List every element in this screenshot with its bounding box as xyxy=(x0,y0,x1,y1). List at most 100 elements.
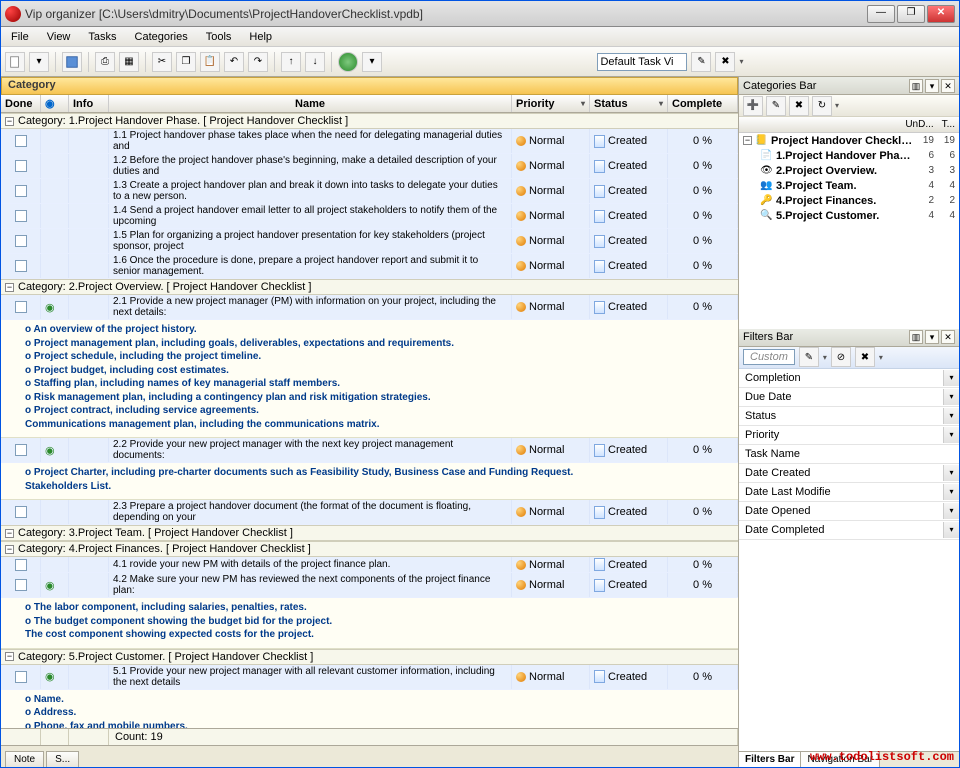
filter-row[interactable]: Due Date▾ xyxy=(739,388,959,407)
undo-icon[interactable]: ↶ xyxy=(224,52,244,72)
menu-categories[interactable]: Categories xyxy=(127,29,196,45)
done-checkbox[interactable] xyxy=(15,579,27,591)
tree-col-total[interactable]: T... xyxy=(938,117,959,132)
done-checkbox[interactable] xyxy=(15,235,27,247)
tree-expand-icon[interactable]: − xyxy=(743,136,752,145)
maximize-button[interactable]: ❐ xyxy=(897,5,925,23)
filter-save-icon[interactable]: ✎ xyxy=(799,347,819,367)
redo-icon[interactable]: ↷ xyxy=(248,52,268,72)
done-checkbox[interactable] xyxy=(15,671,27,683)
panel-pin-icon[interactable]: ▾ xyxy=(925,79,939,93)
col-complete[interactable]: Complete xyxy=(668,95,738,112)
group-row[interactable]: −Category: 1.Project Handover Phase. [ P… xyxy=(1,113,738,129)
filter-row[interactable]: Date Opened▾ xyxy=(739,502,959,521)
view-delete-icon[interactable]: ✖ xyxy=(715,52,735,72)
status-cell[interactable]: Created xyxy=(594,301,647,314)
priority-cell[interactable]: Normal xyxy=(516,444,564,456)
menu-file[interactable]: File xyxy=(3,29,37,45)
filter-icon[interactable] xyxy=(338,52,358,72)
bottom-tab[interactable]: S... xyxy=(46,751,79,767)
filter-clear-icon[interactable]: ⊘ xyxy=(831,347,851,367)
down-icon[interactable]: ↓ xyxy=(305,52,325,72)
priority-cell[interactable]: Normal xyxy=(516,235,564,247)
task-row[interactable]: 1.2 Before the project handover phase's … xyxy=(1,154,738,179)
tree-add-icon[interactable]: ➕ xyxy=(743,96,763,116)
panel-option-icon[interactable]: ▥ xyxy=(909,330,923,344)
group-toggle-icon[interactable]: − xyxy=(5,652,14,661)
tree-refresh-icon[interactable]: ↻ xyxy=(812,96,832,116)
filter-dropdown-icon[interactable]: ▾ xyxy=(362,52,382,72)
tree-item[interactable]: 📄1.Project Handover Phase.66 xyxy=(739,148,959,163)
tree-del-icon[interactable]: ✖ xyxy=(789,96,809,116)
col-info[interactable]: Info xyxy=(69,95,109,112)
status-cell[interactable]: Created xyxy=(594,444,647,457)
panel-close-icon[interactable]: ✕ xyxy=(941,330,955,344)
panel-pin-icon[interactable]: ▾ xyxy=(925,330,939,344)
filter-dropdown-icon[interactable]: ▾ xyxy=(943,503,959,519)
preview-icon[interactable]: ▦ xyxy=(119,52,139,72)
done-checkbox[interactable] xyxy=(15,301,27,313)
done-checkbox[interactable] xyxy=(15,444,27,456)
task-row[interactable]: 1.6 Once the procedure is done, prepare … xyxy=(1,254,738,279)
status-cell[interactable]: Created xyxy=(594,160,647,173)
bottom-tab[interactable]: Note xyxy=(5,751,44,767)
filter-custom-button[interactable]: Custom xyxy=(743,349,795,365)
tree-item[interactable]: 👁2.Project Overview.33 xyxy=(739,163,959,178)
filter-row[interactable]: Task Name xyxy=(739,445,959,464)
filter-row[interactable]: Status▾ xyxy=(739,407,959,426)
group-row[interactable]: −Category: 4.Project Finances. [ Project… xyxy=(1,541,738,557)
group-row[interactable]: −Category: 3.Project Team. [ Project Han… xyxy=(1,525,738,541)
priority-cell[interactable]: Normal xyxy=(516,671,564,683)
task-row[interactable]: 2.3 Prepare a project handover document … xyxy=(1,500,738,525)
tree-item[interactable]: 🔑4.Project Finances.22 xyxy=(739,193,959,208)
filter-dropdown-icon[interactable]: ▾ xyxy=(943,427,959,443)
copy-icon[interactable]: ❐ xyxy=(176,52,196,72)
done-checkbox[interactable] xyxy=(15,559,27,571)
view-combo[interactable] xyxy=(597,53,687,71)
task-row[interactable]: 1.5 Plan for organizing a project handov… xyxy=(1,229,738,254)
tree-item[interactable]: 👥3.Project Team.44 xyxy=(739,178,959,193)
col-priority[interactable]: Priority▾ xyxy=(512,95,590,112)
priority-cell[interactable]: Normal xyxy=(516,579,564,591)
filter-save-dd-icon[interactable]: ▾ xyxy=(823,353,827,362)
filter-dropdown-icon[interactable]: ▾ xyxy=(943,408,959,424)
col-status[interactable]: Status▾ xyxy=(590,95,668,112)
view-dropdown-icon[interactable]: ▾ xyxy=(739,57,743,66)
filter-row[interactable]: Priority▾ xyxy=(739,426,959,445)
task-row[interactable]: ◉4.2 Make sure your new PM has reviewed … xyxy=(1,573,738,598)
group-toggle-icon[interactable]: − xyxy=(5,545,14,554)
panel-option-icon[interactable]: ▥ xyxy=(909,79,923,93)
paste-icon[interactable]: 📋 xyxy=(200,52,220,72)
col-flag[interactable]: ◉ xyxy=(41,95,69,112)
priority-cell[interactable]: Normal xyxy=(516,301,564,313)
task-row[interactable]: 1.4 Send a project handover email letter… xyxy=(1,204,738,229)
filter-dd-icon[interactable]: ▾ xyxy=(879,353,883,362)
done-checkbox[interactable] xyxy=(15,160,27,172)
task-row[interactable]: 1.1 Project handover phase takes place w… xyxy=(1,129,738,154)
done-checkbox[interactable] xyxy=(15,185,27,197)
status-cell[interactable]: Created xyxy=(594,185,647,198)
col-name[interactable]: Name xyxy=(109,95,512,112)
done-checkbox[interactable] xyxy=(15,135,27,147)
group-toggle-icon[interactable]: − xyxy=(5,529,14,538)
minimize-button[interactable]: — xyxy=(867,5,895,23)
panel-tab[interactable]: Filters Bar xyxy=(739,752,801,767)
menu-help[interactable]: Help xyxy=(241,29,280,45)
priority-cell[interactable]: Normal xyxy=(516,559,564,571)
filter-delete-icon[interactable]: ✖ xyxy=(855,347,875,367)
filter-dropdown-icon[interactable]: ▾ xyxy=(943,370,959,386)
menu-tasks[interactable]: Tasks xyxy=(80,29,124,45)
task-row[interactable]: ◉5.1 Provide your new project manager wi… xyxy=(1,665,738,690)
task-row[interactable]: ◉2.1 Provide a new project manager (PM) … xyxy=(1,295,738,320)
tree-item[interactable]: 🔍5.Project Customer.44 xyxy=(739,208,959,223)
menu-view[interactable]: View xyxy=(39,29,79,45)
status-cell[interactable]: Created xyxy=(594,670,647,683)
status-cell[interactable]: Created xyxy=(594,579,647,592)
done-checkbox[interactable] xyxy=(15,506,27,518)
filter-dropdown-icon[interactable]: ▾ xyxy=(943,465,959,481)
col-done[interactable]: Done xyxy=(1,95,41,112)
save-icon[interactable] xyxy=(62,52,82,72)
group-row[interactable]: −Category: 2.Project Overview. [ Project… xyxy=(1,279,738,295)
filter-dropdown-icon[interactable]: ▾ xyxy=(943,484,959,500)
filter-dropdown-icon[interactable]: ▾ xyxy=(943,522,959,538)
